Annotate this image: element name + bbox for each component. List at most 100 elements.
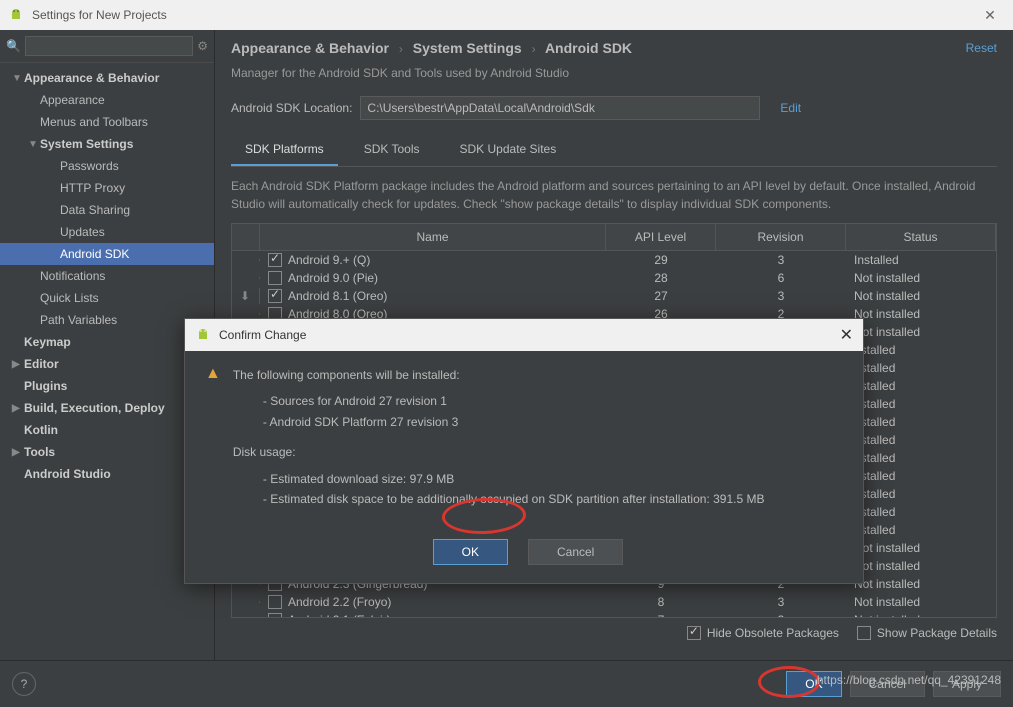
sdk-location-input[interactable] bbox=[360, 96, 760, 120]
dialog-disk-label: Disk usage: bbox=[233, 442, 843, 462]
sidebar-item-passwords[interactable]: Passwords bbox=[0, 155, 214, 177]
checkbox-icon[interactable] bbox=[268, 289, 282, 303]
sidebar-item-system-settings[interactable]: ▼System Settings bbox=[0, 133, 214, 155]
sidebar-item-notifications[interactable]: Notifications bbox=[0, 265, 214, 287]
tab-sdk-update-sites[interactable]: SDK Update Sites bbox=[446, 134, 571, 166]
row-status: nstalled bbox=[846, 432, 996, 448]
col-rev[interactable]: Revision bbox=[716, 224, 846, 250]
sidebar-item-label: Keymap bbox=[24, 335, 71, 349]
sidebar-item-label: Android SDK bbox=[60, 247, 129, 261]
sidebar-item-label: Updates bbox=[60, 225, 105, 239]
table-row[interactable]: Android 2.2 (Froyo)83Not installed bbox=[232, 593, 996, 611]
android-logo-icon bbox=[8, 7, 24, 23]
warning-icon: ▲ bbox=[205, 365, 221, 519]
reset-link[interactable]: Reset bbox=[966, 41, 997, 55]
checkbox-icon[interactable] bbox=[268, 253, 282, 267]
checkbox-icon bbox=[687, 626, 701, 640]
sidebar-item-label: Kotlin bbox=[24, 423, 58, 437]
row-api: 28 bbox=[606, 270, 716, 286]
row-api: 29 bbox=[606, 252, 716, 268]
row-status: nstalled bbox=[846, 522, 996, 538]
row-status: nstalled bbox=[846, 486, 996, 502]
row-status: Not installed bbox=[846, 576, 996, 592]
sidebar-item-data-sharing[interactable]: Data Sharing bbox=[0, 199, 214, 221]
tab-description: Each Android SDK Platform package includ… bbox=[215, 167, 1013, 223]
sidebar-item-label: Appearance & Behavior bbox=[24, 71, 159, 85]
window-close-button[interactable]: ✕ bbox=[975, 7, 1005, 24]
sidebar-item-editor[interactable]: ▶Editor bbox=[0, 353, 214, 375]
sidebar-item-menus-and-toolbars[interactable]: Menus and Toolbars bbox=[0, 111, 214, 133]
dialog-disk-item: Estimated disk space to be additionally … bbox=[263, 489, 843, 509]
dialog-cancel-button[interactable]: Cancel bbox=[528, 539, 623, 565]
row-status: Not installed bbox=[846, 558, 996, 574]
sidebar-item-label: Quick Lists bbox=[40, 291, 99, 305]
tabs: SDK Platforms SDK Tools SDK Update Sites bbox=[231, 134, 997, 167]
table-row[interactable]: Android 9.0 (Pie)286Not installed bbox=[232, 269, 996, 287]
row-rev: 6 bbox=[716, 270, 846, 286]
sidebar-item-label: Android Studio bbox=[24, 467, 111, 481]
help-button[interactable]: ? bbox=[12, 672, 36, 696]
row-status: nstalled bbox=[846, 414, 996, 430]
breadcrumb: Appearance & Behavior › System Settings … bbox=[231, 40, 966, 56]
breadcrumb-1: System Settings bbox=[413, 40, 522, 56]
row-status: Not installed bbox=[846, 324, 996, 340]
hide-obsolete-checkbox[interactable]: Hide Obsolete Packages bbox=[687, 626, 839, 640]
tab-sdk-tools[interactable]: SDK Tools bbox=[350, 134, 434, 166]
checkbox-icon[interactable] bbox=[268, 271, 282, 285]
dialog-ok-button[interactable]: OK bbox=[433, 539, 508, 565]
tab-sdk-platforms[interactable]: SDK Platforms bbox=[231, 134, 338, 166]
dialog-item: Android SDK Platform 27 revision 3 bbox=[263, 412, 843, 432]
sidebar-item-quick-lists[interactable]: Quick Lists bbox=[0, 287, 214, 309]
row-status: Not installed bbox=[846, 288, 996, 304]
table-row[interactable]: Android 9.+ (Q)293Installed bbox=[232, 251, 996, 269]
row-name: Android 8.1 (Oreo) bbox=[288, 289, 387, 303]
sidebar: 🔍 ⚙ ▼Appearance & BehaviorAppearanceMenu… bbox=[0, 30, 215, 660]
table-row[interactable]: ⬇Android 8.1 (Oreo)273Not installed bbox=[232, 287, 996, 305]
checkbox-icon[interactable] bbox=[268, 613, 282, 617]
row-name: Android 2.1 (Eclair) bbox=[288, 613, 391, 617]
edit-link[interactable]: Edit bbox=[780, 101, 801, 115]
confirm-dialog: Confirm Change ✕ ▲ The following compone… bbox=[184, 318, 864, 584]
sidebar-item-tools[interactable]: ▶Tools bbox=[0, 441, 214, 463]
sidebar-item-label: System Settings bbox=[40, 137, 133, 151]
sidebar-item-label: Passwords bbox=[60, 159, 119, 173]
tree-arrow-icon: ▶ bbox=[12, 447, 24, 458]
sdk-location-label: Android SDK Location: bbox=[231, 101, 352, 115]
col-status[interactable]: Status bbox=[846, 224, 996, 250]
sidebar-item-keymap[interactable]: Keymap bbox=[0, 331, 214, 353]
sidebar-item-build-execution-deployment[interactable]: ▶Build, Execution, Deploy bbox=[0, 397, 214, 419]
dialog-intro: The following components will be install… bbox=[233, 365, 843, 385]
tree-arrow-icon: ▶ bbox=[12, 359, 24, 370]
breadcrumb-2: Android SDK bbox=[545, 40, 632, 56]
dialog-close-button[interactable]: ✕ bbox=[840, 325, 853, 345]
sidebar-item-plugins[interactable]: Plugins bbox=[0, 375, 214, 397]
gear-icon[interactable]: ⚙ bbox=[197, 39, 208, 53]
sidebar-item-path-variables[interactable]: Path Variables bbox=[0, 309, 214, 331]
tree-arrow-icon: ▼ bbox=[12, 73, 24, 84]
chevron-right-icon: › bbox=[532, 42, 536, 56]
show-details-checkbox[interactable]: Show Package Details bbox=[857, 626, 997, 640]
sidebar-item-label: Plugins bbox=[24, 379, 67, 393]
search-icon: 🔍 bbox=[6, 39, 21, 53]
row-status: Not installed bbox=[846, 270, 996, 286]
sidebar-item-updates[interactable]: Updates bbox=[0, 221, 214, 243]
row-api: 7 bbox=[606, 612, 716, 617]
col-api[interactable]: API Level bbox=[606, 224, 716, 250]
table-header: Name API Level Revision Status bbox=[232, 224, 996, 251]
sidebar-item-label: Data Sharing bbox=[60, 203, 130, 217]
sidebar-item-label: Notifications bbox=[40, 269, 105, 283]
sidebar-item-android-studio[interactable]: Android Studio bbox=[0, 463, 214, 485]
sidebar-item-appearance-behavior[interactable]: ▼Appearance & Behavior bbox=[0, 67, 214, 89]
col-name[interactable]: Name bbox=[260, 224, 606, 250]
search-input[interactable] bbox=[25, 36, 193, 56]
row-api: 27 bbox=[606, 288, 716, 304]
chevron-right-icon: › bbox=[399, 42, 403, 56]
sidebar-item-android-sdk[interactable]: Android SDK bbox=[0, 243, 214, 265]
sidebar-item-http-proxy[interactable]: HTTP Proxy bbox=[0, 177, 214, 199]
sidebar-item-kotlin[interactable]: Kotlin bbox=[0, 419, 214, 441]
sidebar-item-label: HTTP Proxy bbox=[60, 181, 125, 195]
checkbox-icon[interactable] bbox=[268, 595, 282, 609]
sidebar-item-label: Build, Execution, Deploy bbox=[24, 401, 165, 415]
sidebar-item-appearance[interactable]: Appearance bbox=[0, 89, 214, 111]
table-row[interactable]: Android 2.1 (Eclair)73Not installed bbox=[232, 611, 996, 617]
